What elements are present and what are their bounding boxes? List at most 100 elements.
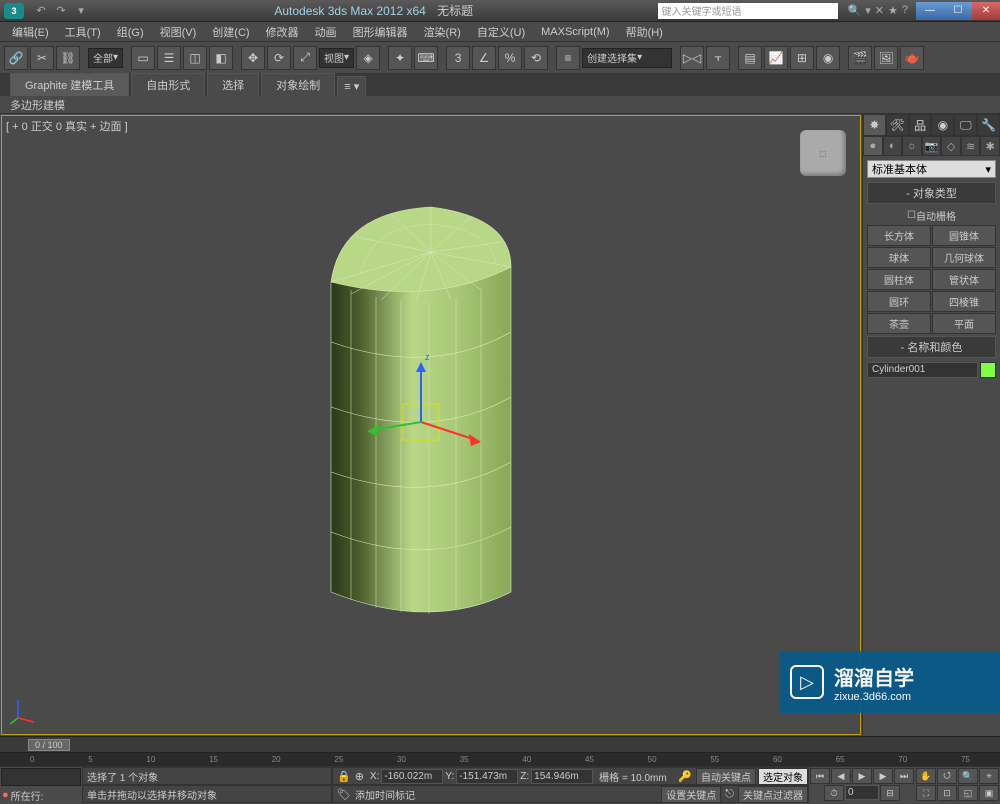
pivot-icon[interactable]: ◈: [356, 46, 380, 70]
geometry-subtab[interactable]: ●: [863, 136, 883, 156]
menu-create[interactable]: 创建(C): [204, 24, 257, 40]
viewport-perspective[interactable]: [ + 0 正交 0 真实 + 边面 ]: [1, 115, 861, 735]
menu-edit[interactable]: 编辑(E): [4, 24, 57, 40]
lights-subtab[interactable]: ☼: [902, 136, 922, 156]
shapes-subtab[interactable]: ◐: [883, 136, 903, 156]
snap-icon[interactable]: 3: [446, 46, 470, 70]
maximize-button[interactable]: ☐: [944, 2, 972, 20]
close-button[interactable]: ✕: [972, 2, 1000, 20]
window-crossing-icon[interactable]: ◧: [209, 46, 233, 70]
torus-button[interactable]: 圆环: [867, 291, 931, 312]
menu-modifiers[interactable]: 修改器: [258, 24, 307, 40]
spinner-snap-icon[interactable]: ⟲: [524, 46, 548, 70]
scale-icon[interactable]: ⤢: [293, 46, 317, 70]
category-dropdown[interactable]: 标准基本体▾: [867, 160, 996, 178]
link-icon[interactable]: 🔗: [4, 46, 28, 70]
ribbon-tab-paint[interactable]: 对象绘制: [261, 73, 335, 96]
lock-icon[interactable]: 🔒: [337, 770, 351, 783]
ribbon-tab-dropdown[interactable]: ≡ ▾: [337, 76, 366, 96]
bind-icon[interactable]: ⛓: [56, 46, 80, 70]
ribbon-tab-selection[interactable]: 选择: [207, 73, 259, 96]
timeconfig-icon[interactable]: ⏱: [824, 785, 844, 801]
select-name-icon[interactable]: ☰: [157, 46, 181, 70]
menu-group[interactable]: 组(G): [109, 24, 152, 40]
timetag-icon[interactable]: 🏷: [337, 788, 351, 801]
named-sel-icon[interactable]: ≡: [556, 46, 580, 70]
teapot-button[interactable]: 茶壶: [867, 313, 931, 334]
object-color-swatch[interactable]: [980, 362, 996, 378]
percent-snap-icon[interactable]: %: [498, 46, 522, 70]
arc-rotate-icon[interactable]: ⭯: [937, 768, 957, 784]
systems-subtab[interactable]: ✱: [980, 136, 1000, 156]
render-setup-icon[interactable]: 🎬: [848, 46, 872, 70]
hierarchy-tab[interactable]: 品: [909, 114, 932, 136]
menu-maxscript[interactable]: MAXScript(M): [533, 26, 617, 38]
pan-icon[interactable]: ✋: [916, 768, 936, 784]
selected-dropdown[interactable]: 选定对象: [758, 768, 808, 785]
helpers-subtab[interactable]: ◇: [941, 136, 961, 156]
key-step-icon[interactable]: ⊟: [880, 785, 900, 801]
mirror-icon[interactable]: ▷◁: [680, 46, 704, 70]
motion-tab[interactable]: ◉: [931, 114, 954, 136]
create-tab[interactable]: ✸: [863, 114, 886, 136]
cylinder-button[interactable]: 圆柱体: [867, 269, 931, 290]
sphere-button[interactable]: 球体: [867, 247, 931, 268]
ref-coord-dropdown[interactable]: 视图 ▾: [319, 48, 354, 68]
select-icon[interactable]: ▭: [131, 46, 155, 70]
search-icon[interactable]: 🔍: [848, 4, 862, 17]
play-icon[interactable]: ▶: [852, 768, 872, 784]
manipulate-icon[interactable]: ✦: [388, 46, 412, 70]
menu-view[interactable]: 视图(V): [152, 24, 205, 40]
angle-snap-icon[interactable]: ∠: [472, 46, 496, 70]
signin-icon[interactable]: ▾: [865, 4, 871, 17]
geosphere-button[interactable]: 几何球体: [932, 247, 996, 268]
setkey-button[interactable]: 设置关键点: [661, 786, 721, 803]
cameras-subtab[interactable]: 📷: [922, 136, 942, 156]
rotate-icon[interactable]: ⟳: [267, 46, 291, 70]
keymode-icon[interactable]: ⎋: [725, 788, 734, 801]
rollout-name-color[interactable]: - 名称和颜色: [867, 336, 996, 358]
plane-button[interactable]: 平面: [932, 313, 996, 334]
menu-grapheditor[interactable]: 图形编辑器: [345, 24, 416, 40]
unlink-icon[interactable]: ✂: [30, 46, 54, 70]
help-search[interactable]: 键入关键字或短语: [658, 3, 838, 19]
time-handle[interactable]: 0 / 100: [28, 739, 70, 751]
cylinder-object[interactable]: z: [301, 172, 561, 632]
coord-z[interactable]: [531, 769, 593, 784]
keyboard-icon[interactable]: ⌨: [414, 46, 438, 70]
app-logo[interactable]: 3: [4, 3, 24, 19]
box-button[interactable]: 长方体: [867, 225, 931, 246]
prev-frame-icon[interactable]: ◀: [831, 768, 851, 784]
coord-x[interactable]: [381, 769, 443, 784]
zoom-extents-icon[interactable]: ⊡: [937, 785, 957, 801]
object-name-input[interactable]: Cylinder001: [867, 362, 978, 378]
ribbon-tab-freeform[interactable]: 自由形式: [131, 73, 205, 96]
autokey-button[interactable]: 自动关键点: [696, 768, 756, 785]
zoom-all-icon[interactable]: ⛶: [916, 785, 936, 801]
zoom-icon[interactable]: 🔍: [958, 768, 978, 784]
add-time-tag[interactable]: 添加时间标记: [355, 787, 415, 802]
goto-start-icon[interactable]: ⏮: [810, 768, 830, 784]
menu-help[interactable]: 帮助(H): [618, 24, 671, 40]
goto-end-icon[interactable]: ⏭: [894, 768, 914, 784]
next-frame-icon[interactable]: ▶: [873, 768, 893, 784]
fov-icon[interactable]: ⌖: [979, 768, 999, 784]
coord-y[interactable]: [456, 769, 518, 784]
viewport-label[interactable]: [ + 0 正交 0 真实 + 边面 ]: [6, 118, 128, 134]
schematic-icon[interactable]: ⊞: [790, 46, 814, 70]
render-icon[interactable]: 🫖: [900, 46, 924, 70]
abs-rel-icon[interactable]: ⊕: [355, 770, 364, 783]
time-slider[interactable]: 0 / 100: [0, 736, 1000, 752]
display-tab[interactable]: 🖵: [954, 114, 977, 136]
utilities-tab[interactable]: 🔧: [977, 114, 1000, 136]
layer-icon[interactable]: ▤: [738, 46, 762, 70]
redo-icon[interactable]: ↷: [52, 3, 70, 19]
maxscript-mini[interactable]: [1, 768, 81, 786]
ribbon-tab-graphite[interactable]: Graphite 建模工具: [10, 73, 129, 96]
frame-input[interactable]: [845, 785, 879, 800]
favorite-icon[interactable]: ★: [888, 4, 898, 17]
exchange-icon[interactable]: ✕: [875, 4, 884, 17]
minimize-button[interactable]: —: [916, 2, 944, 20]
menu-render[interactable]: 渲染(R): [416, 24, 469, 40]
menu-customize[interactable]: 自定义(U): [469, 24, 533, 40]
